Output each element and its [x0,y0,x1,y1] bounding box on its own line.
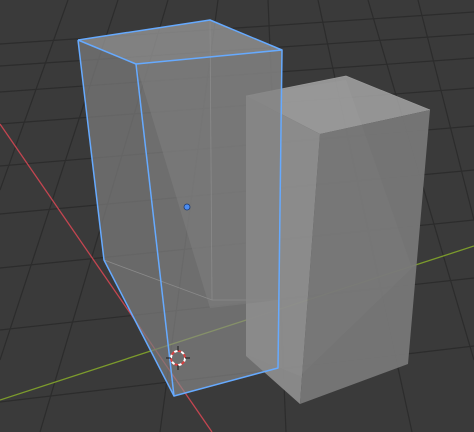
object-origin-point[interactable] [183,203,191,211]
3d-viewport[interactable] [0,0,474,432]
viewport-canvas[interactable] [0,0,474,432]
